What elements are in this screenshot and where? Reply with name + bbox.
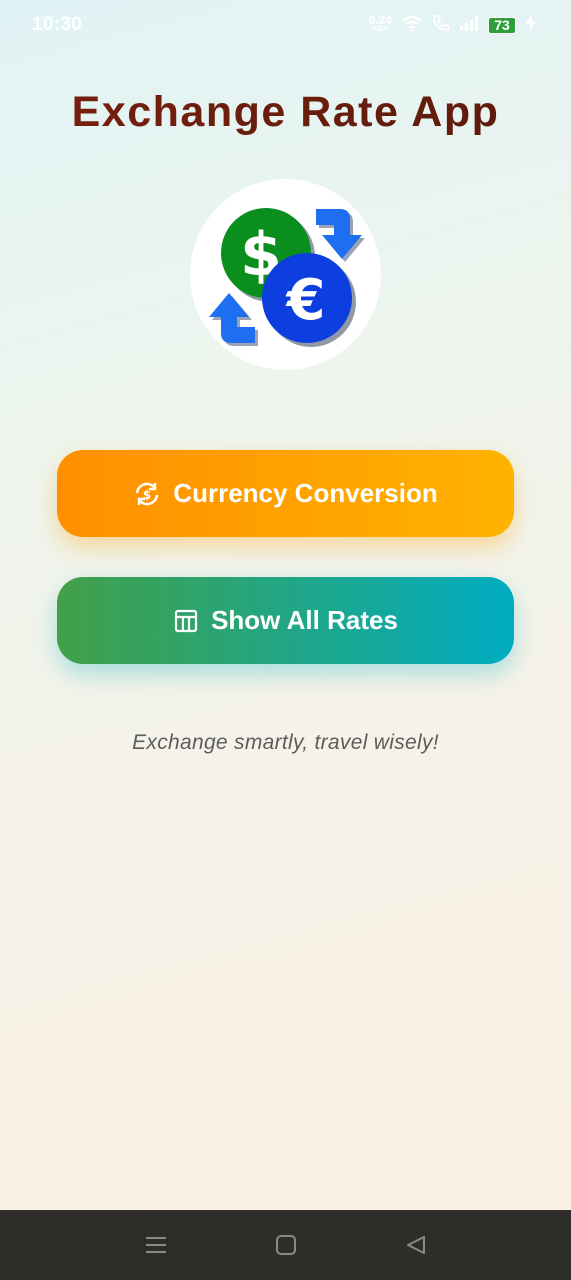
charging-icon [525,13,537,37]
back-icon[interactable] [405,1234,427,1256]
status-time: 10:30 [32,14,83,35]
network-speed-value: 0.24 [368,13,392,27]
status-bar: 10:30 0.24 KB/S 73 [0,0,571,50]
svg-text:€: € [285,268,326,333]
app-logo: $ € [190,179,381,370]
show-all-rates-label: Show All Rates [211,605,398,635]
battery-indicator: 73 [488,16,516,34]
signal-icon [459,15,479,36]
svg-text:$: $ [143,488,151,502]
currency-conversion-label: Currency Conversion [173,478,438,508]
page-title: Exchange Rate App [0,88,571,137]
show-all-rates-button[interactable]: Show All Rates [57,577,514,664]
currency-exchange-icon: $ [133,480,161,508]
menu-icon[interactable] [145,1235,167,1255]
tagline: Exchange smartly, travel wisely! [132,731,439,754]
wifi-icon [401,14,423,37]
currency-conversion-button[interactable]: $ Currency Conversion [57,450,514,537]
home-icon[interactable] [275,1234,297,1256]
euro-coin-icon: € [262,253,356,347]
system-navigation-bar [0,1210,571,1280]
network-speed: 0.24 KB/S [368,13,392,34]
exchange-arrow-up-icon [209,293,258,346]
call-icon [432,14,450,37]
status-icons: 0.24 KB/S 73 [368,13,537,37]
exchange-arrow-down-icon [316,209,365,262]
network-speed-unit: KB/S [371,26,389,33]
table-icon [173,608,199,634]
